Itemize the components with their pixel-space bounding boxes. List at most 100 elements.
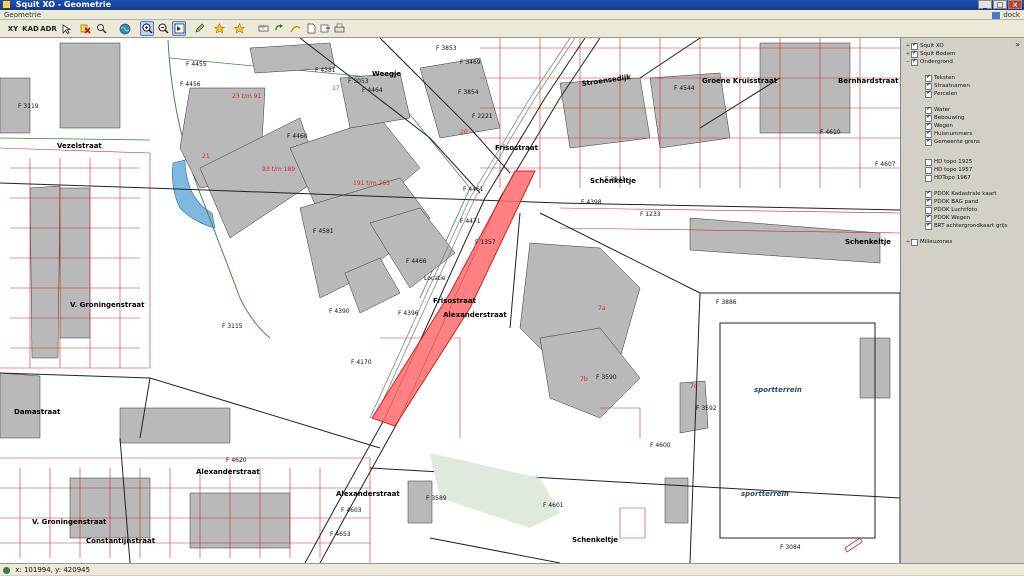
zoom-in-tool-button[interactable] [140, 21, 154, 36]
layer-checkbox[interactable] [925, 174, 932, 182]
layer-checkbox[interactable] [925, 82, 932, 90]
layer-checkbox[interactable] [911, 42, 918, 50]
parcel-label: F 4471 [460, 218, 481, 225]
layer-checkbox[interactable] [925, 166, 932, 174]
layer-checkbox[interactable] [925, 206, 932, 214]
map-canvas[interactable]: Weegje Stroensedijk Groene Kruisstraat B… [0, 38, 900, 563]
layer-item[interactable]: PDOK Luchtfoto [919, 206, 977, 214]
adr-button[interactable]: ADR [40, 21, 57, 36]
layer-checkbox[interactable] [911, 58, 918, 66]
layer-item[interactable]: HD topo 1925 [919, 158, 972, 166]
street-label: Vezelstraat [57, 142, 102, 150]
layer-checkbox[interactable] [925, 158, 932, 166]
window-title-bar: Squit XO - Geometrie _ □ × [0, 0, 1024, 10]
minimize-button[interactable]: _ [978, 0, 992, 9]
layer-checkbox[interactable] [925, 130, 932, 138]
layer-item[interactable]: Percelen [919, 90, 957, 98]
parcel-label: F 4455 [186, 61, 207, 68]
layer-checkbox[interactable] [925, 138, 932, 146]
layer-checkbox[interactable] [925, 122, 932, 130]
close-button[interactable]: × [1008, 0, 1022, 9]
print-icon [334, 23, 344, 33]
layer-item[interactable]: +Squit XO [905, 42, 944, 50]
house-number-label: 7a [598, 305, 606, 312]
delete-icon [80, 24, 91, 34]
layer-checkbox[interactable] [925, 114, 932, 122]
street-label: Schenkeltje [572, 536, 618, 544]
parcel-label: F 4603 [341, 507, 362, 514]
layer-checkbox[interactable] [925, 106, 932, 114]
layer-item[interactable]: BRT achtergrondkaart grijs [919, 222, 1008, 230]
pointer-tool-button[interactable] [60, 21, 74, 36]
layer-checkbox[interactable] [911, 50, 918, 58]
house-number-label: 21 [202, 153, 210, 160]
maximize-button[interactable]: □ [993, 0, 1007, 9]
dock-button[interactable]: dock [992, 10, 1020, 20]
favorite-add-tool-button[interactable] [232, 21, 246, 36]
layer-item[interactable]: −Ondergrond [905, 58, 953, 66]
layer-label: Water [934, 107, 951, 113]
layer-label: Teksten [934, 75, 955, 81]
collapse-panel-icon[interactable]: » [1015, 40, 1020, 49]
kad-label: KAD [22, 24, 39, 33]
parcel-label: F 4398 [581, 199, 602, 206]
kad-button[interactable]: KAD [22, 21, 39, 36]
route-icon [289, 25, 300, 33]
layer-item[interactable]: Water [919, 106, 950, 114]
layer-item[interactable]: PDOK Kadastrale kaart [919, 190, 997, 198]
layer-checkbox[interactable] [925, 222, 932, 230]
edit-tool-button[interactable] [192, 21, 206, 36]
zoom-out-tool-button[interactable] [156, 21, 170, 36]
layer-checkbox[interactable] [925, 74, 932, 82]
layer-checkbox[interactable] [925, 190, 932, 198]
layer-item[interactable]: HDTopo 1967 [919, 174, 971, 182]
street-label: Alexanderstraat [443, 311, 507, 319]
search-tool-button[interactable] [94, 21, 108, 36]
layer-item[interactable]: Gemeente grens [919, 138, 980, 146]
redo-tool-button[interactable] [272, 21, 286, 36]
parcel-label: F 4653 [330, 531, 351, 538]
route-tool-button[interactable] [288, 21, 302, 36]
layer-item[interactable]: PDOK BAG pand [919, 198, 979, 206]
export-tool-button[interactable] [318, 21, 332, 36]
house-number-label: 191 t/m 263 [353, 180, 390, 187]
layer-item[interactable]: + Milieuzones [905, 238, 952, 246]
xy-button[interactable]: XY [6, 21, 20, 36]
layer-label: Huisnummers [934, 131, 973, 137]
street-label: Damastraat [14, 408, 61, 416]
layer-item[interactable]: +Squit Bodem [905, 50, 955, 58]
redo-icon [274, 24, 283, 31]
parcel-label: F 3115 [222, 323, 243, 330]
layer-item[interactable]: Bebouwing [919, 114, 965, 122]
house-number-label: 23 t/m 91 [232, 93, 261, 100]
search-icon [96, 24, 107, 34]
layer-checkbox[interactable] [925, 90, 932, 98]
street-label: Frisostraat [495, 144, 539, 152]
layer-item[interactable]: Wegen [919, 122, 953, 130]
layer-item[interactable]: Straatnamen [919, 82, 970, 90]
globe-tool-button[interactable] [118, 21, 132, 36]
street-label: Groene Kruisstraat [702, 77, 778, 85]
identify-tool-button[interactable] [172, 21, 186, 36]
house-number-label: 93 t/m 189 [262, 166, 295, 173]
layer-label: PDOK Luchtfoto [934, 207, 978, 213]
layer-checkbox[interactable] [911, 238, 918, 246]
parcel-label: F 4381 [315, 67, 336, 74]
measure-tool-button[interactable] [256, 21, 270, 36]
layer-item[interactable]: Huisnummers [919, 130, 972, 138]
layer-checkbox[interactable] [925, 214, 932, 222]
window-title: Squit XO - Geometrie [15, 0, 112, 9]
layer-item[interactable]: Teksten [919, 74, 955, 82]
layer-label: Milieuzones [920, 239, 953, 245]
parcel-label: F 3141 [605, 176, 626, 183]
layer-checkbox[interactable] [925, 198, 932, 206]
print-tool-button[interactable] [332, 21, 346, 36]
favorite-tool-button[interactable] [212, 21, 226, 36]
map-view[interactable]: Weegje Stroensedijk Groene Kruisstraat B… [0, 38, 901, 563]
layer-item[interactable]: PDOK Wegen [919, 214, 970, 222]
delete-tool-button[interactable] [78, 21, 92, 36]
layer-label: HD topo 1925 [934, 159, 973, 165]
street-label: Schenkeltje [845, 238, 891, 246]
document-tool-button[interactable] [304, 21, 318, 36]
layer-item[interactable]: HD topo 1957 [919, 166, 972, 174]
